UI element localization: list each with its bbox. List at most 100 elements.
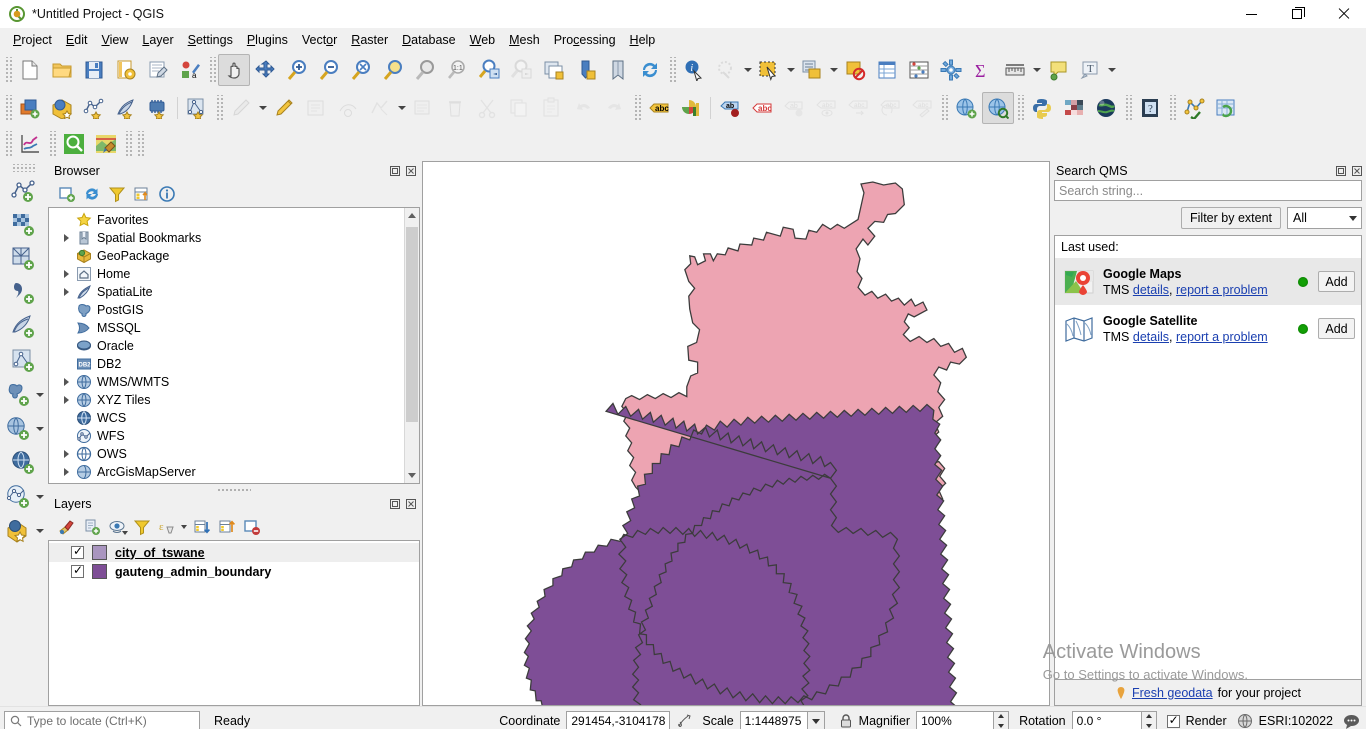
filter-expression-caret[interactable] [179, 515, 189, 539]
expand-all-button[interactable] [189, 515, 214, 539]
undock-icon[interactable] [1334, 164, 1348, 178]
filter-browser-button[interactable] [104, 182, 129, 206]
deselect-features-button[interactable] [839, 54, 871, 86]
annotation-caret[interactable] [1106, 54, 1117, 86]
open-layer-styling-panel-button[interactable] [54, 515, 79, 539]
maximize-button[interactable] [1274, 0, 1320, 29]
minimize-button[interactable] [1228, 0, 1274, 29]
scroll-thumb[interactable] [406, 227, 418, 422]
add-wfs-layer-button[interactable] [3, 481, 35, 513]
toolbar-grip[interactable] [1124, 95, 1132, 121]
expand-arrow-icon[interactable] [59, 265, 73, 283]
highlight-pinned-labels-button[interactable]: ab [714, 92, 746, 124]
add-selected-layers-button[interactable] [54, 182, 79, 206]
browser-item-wfs[interactable]: WFS [49, 427, 404, 445]
new-project-button[interactable] [14, 54, 46, 86]
browser-item-wcs[interactable]: WCS [49, 409, 404, 427]
expand-arrow-icon[interactable] [59, 445, 73, 463]
layer-labeling-button[interactable]: abc [643, 92, 675, 124]
plugin-manager-button[interactable] [1058, 92, 1090, 124]
remove-layer-button[interactable] [239, 515, 264, 539]
map-tips-button[interactable] [1042, 54, 1074, 86]
save-project-button[interactable] [78, 54, 110, 86]
browser-item-home[interactable]: Home [49, 265, 404, 283]
copy-features-button[interactable] [503, 92, 535, 124]
open-project-button[interactable] [46, 54, 78, 86]
new-shapefile-layer-button[interactable] [78, 92, 110, 124]
zoom-last-button[interactable] [474, 54, 506, 86]
openstreetmap-editor-button[interactable] [90, 128, 122, 160]
undo-button[interactable] [567, 92, 599, 124]
magnifier-spinner[interactable] [994, 710, 1010, 729]
crs-globe-icon[interactable] [1237, 713, 1253, 729]
menu-processing[interactable]: Processing [547, 31, 623, 49]
qms-result-item[interactable]: Google Maps TMS details, report a problem… [1055, 258, 1361, 305]
toolbar-grip[interactable] [208, 57, 216, 83]
pan-map-button[interactable] [218, 54, 250, 86]
browser-item-geopackage[interactable]: GeoPackage [49, 247, 404, 265]
expand-arrow-icon[interactable] [59, 373, 73, 391]
run-feature-action-caret[interactable] [742, 54, 753, 86]
messages-icon[interactable] [1343, 714, 1360, 729]
add-delimited-text-layer-button[interactable] [8, 277, 40, 309]
add-wms-layer-button[interactable] [3, 413, 35, 445]
toolbar-grip[interactable] [4, 95, 12, 121]
edit-attributes-button[interactable] [407, 92, 439, 124]
manage-map-themes-button[interactable] [104, 515, 129, 539]
scroll-track[interactable] [405, 223, 419, 468]
collapse-all-button[interactable] [129, 182, 154, 206]
zoom-out-button[interactable] [314, 54, 346, 86]
current-edits-button[interactable] [14, 92, 46, 124]
wms-caret[interactable] [35, 416, 46, 442]
vertex-tool-button[interactable] [332, 92, 364, 124]
coordinate-field[interactable]: 291454,-3104178 [566, 710, 671, 729]
qms-type-select[interactable]: All [1287, 207, 1362, 229]
style-manager-button[interactable]: a [174, 54, 206, 86]
add-feature-button[interactable] [300, 92, 332, 124]
undock-icon[interactable] [388, 164, 402, 178]
expand-arrow-icon[interactable] [59, 391, 73, 409]
add-group-button[interactable] [79, 515, 104, 539]
browser-item-wms-wmts[interactable]: WMS/WMTS [49, 373, 404, 391]
filter-by-extent-button[interactable]: Filter by extent [1181, 207, 1281, 229]
toolbar-grip[interactable] [940, 95, 948, 121]
pin-labels-button[interactable]: abc [746, 92, 778, 124]
zoom-in-button[interactable] [282, 54, 314, 86]
data-plotly-button[interactable] [14, 128, 46, 160]
menu-view[interactable]: View [94, 31, 135, 49]
refresh-table-button[interactable] [1210, 92, 1242, 124]
browser-item-spatialite[interactable]: SpatiaLite [49, 283, 404, 301]
browser-item-ows[interactable]: OWS [49, 445, 404, 463]
toolbar-grip[interactable] [215, 95, 223, 121]
close-panel-icon[interactable] [404, 497, 418, 511]
lock-scale-icon[interactable] [839, 713, 853, 729]
show-properties-button[interactable] [154, 182, 179, 206]
toolbar-grip[interactable] [48, 131, 56, 157]
menu-edit[interactable]: Edit [59, 31, 95, 49]
qms-report-link[interactable]: report a problem [1176, 283, 1268, 297]
menu-settings[interactable]: Settings [181, 31, 240, 49]
scale-field[interactable]: 1:1448975 [739, 710, 808, 729]
zoom-full-button[interactable] [346, 54, 378, 86]
qms-report-link[interactable]: report a problem [1176, 330, 1268, 344]
panel-splitter[interactable] [48, 484, 420, 494]
toggle-editing-button[interactable] [225, 92, 257, 124]
undock-icon[interactable] [388, 497, 402, 511]
python-console-button[interactable] [1026, 92, 1058, 124]
move-label-button[interactable]: abc [810, 92, 842, 124]
statistical-summary-button[interactable]: Σ [967, 54, 999, 86]
browser-tree[interactable]: Favorites Spatial Bookmarks GeoPackage Home… [48, 207, 420, 484]
change-label-button[interactable]: abc [874, 92, 906, 124]
run-feature-action-button[interactable] [710, 54, 742, 86]
layer-row[interactable]: gauteng_admin_boundary [49, 562, 419, 581]
delete-selected-button[interactable] [439, 92, 471, 124]
qms-details-link[interactable]: details [1133, 330, 1169, 344]
help-contents-button[interactable]: ? [1134, 92, 1166, 124]
change-label-properties-button[interactable]: abc [906, 92, 938, 124]
show-bookmarks-button[interactable] [602, 54, 634, 86]
add-mssql-layer-button[interactable] [3, 379, 35, 411]
metasearch-button[interactable] [950, 92, 982, 124]
toolbar-grip[interactable] [136, 131, 144, 157]
rotate-label-button[interactable]: abc [842, 92, 874, 124]
add-arcgis-layer-button[interactable] [3, 515, 35, 547]
